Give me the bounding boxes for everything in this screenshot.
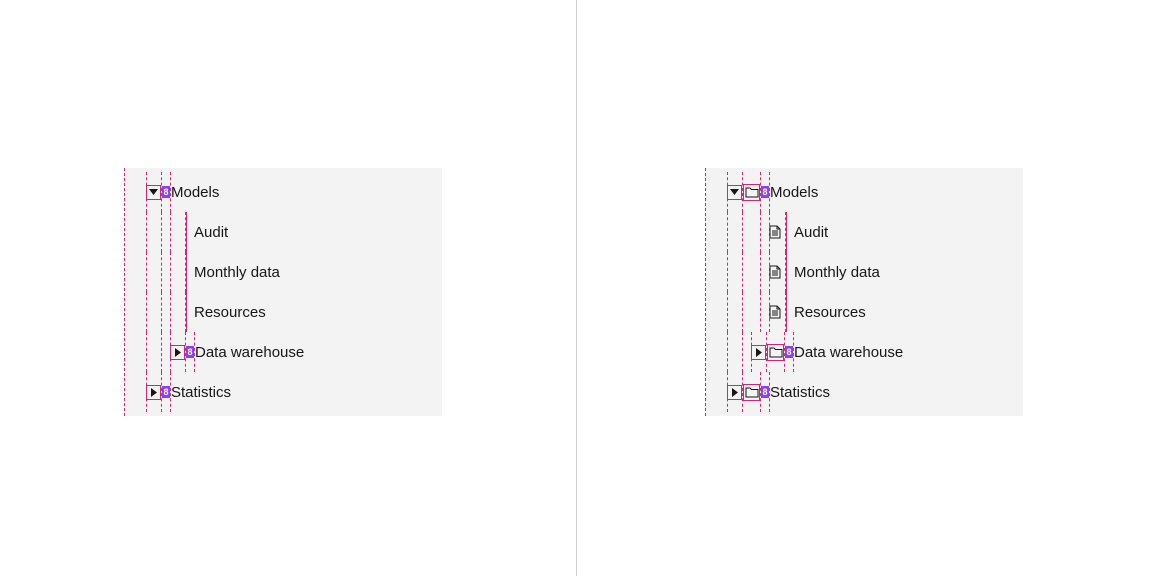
document-icon (767, 264, 783, 280)
tree-row-data-warehouse[interactable]: 8 Data warehouse (124, 332, 442, 372)
tree-item-label: Data warehouse (794, 344, 903, 361)
spacing-token: 8 (186, 346, 194, 358)
tree-row-statistics[interactable]: 8 Statistics (124, 372, 442, 412)
tree-item-label: Monthly data (194, 264, 280, 281)
spacing-token: 8 (162, 186, 170, 198)
tree-row-monthly-data[interactable]: Monthly data (705, 252, 1023, 292)
tree-item-label: Audit (794, 224, 828, 241)
spacing-token: 8 (785, 346, 793, 358)
tree-row-statistics[interactable]: 8 Statistics (705, 372, 1023, 412)
document-icon (767, 224, 783, 240)
tree-panel-no-icons: 8 Models Audit Monthly data Resources (124, 168, 442, 416)
document-icon (767, 304, 783, 320)
folder-icon (743, 184, 760, 201)
tree-item-label: Statistics (770, 384, 830, 401)
tree-row-audit[interactable]: Audit (124, 212, 442, 252)
caret-down-icon[interactable] (727, 185, 742, 200)
caret-right-icon[interactable] (727, 385, 742, 400)
folder-icon (743, 384, 760, 401)
folder-icon (767, 344, 784, 361)
caret-right-icon[interactable] (170, 345, 185, 360)
tree-item-label: Resources (194, 304, 266, 321)
tree-row-monthly-data[interactable]: Monthly data (124, 252, 442, 292)
spacing-token: 8 (761, 186, 769, 198)
tree-row-models[interactable]: 8 Models (705, 172, 1023, 212)
tree-row-data-warehouse[interactable]: 8 Data warehouse (705, 332, 1023, 372)
tree-item-label: Data warehouse (195, 344, 304, 361)
caret-down-icon[interactable] (146, 185, 161, 200)
spacing-token: 8 (761, 386, 769, 398)
tree-row-models[interactable]: 8 Models (124, 172, 442, 212)
tree-item-label: Monthly data (794, 264, 880, 281)
tree-panel-with-icons: 8 Models Audit Monthly data (705, 168, 1023, 416)
tree-item-label: Models (171, 184, 219, 201)
spacing-token: 8 (162, 386, 170, 398)
tree-row-audit[interactable]: Audit (705, 212, 1023, 252)
tree-row-resources[interactable]: Resources (124, 292, 442, 332)
tree-item-label: Resources (794, 304, 866, 321)
caret-right-icon[interactable] (751, 345, 766, 360)
tree-item-label: Statistics (171, 384, 231, 401)
tree-item-label: Audit (194, 224, 228, 241)
center-divider (576, 0, 577, 576)
tree-row-resources[interactable]: Resources (705, 292, 1023, 332)
caret-right-icon[interactable] (146, 385, 161, 400)
tree-item-label: Models (770, 184, 818, 201)
